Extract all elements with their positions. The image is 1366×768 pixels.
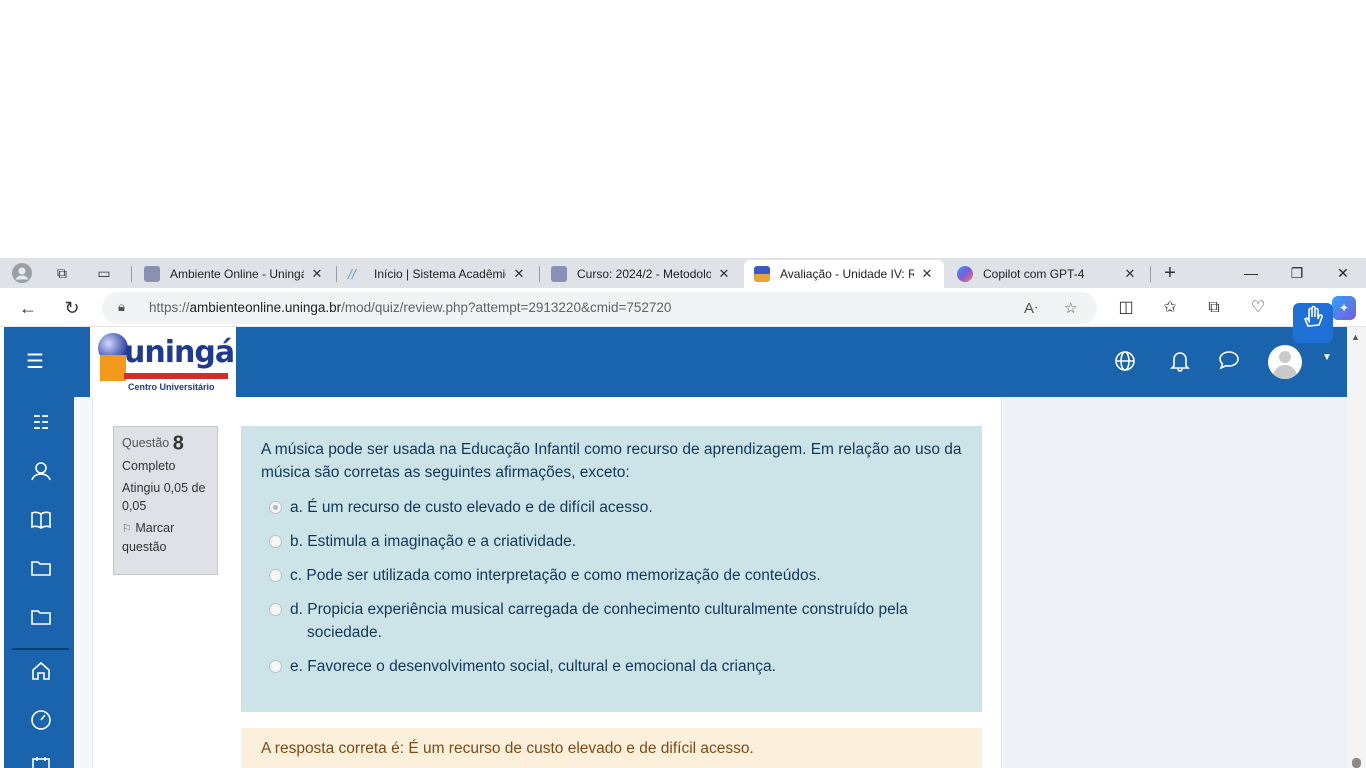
- close-window-button[interactable]: ✕: [1320, 258, 1366, 288]
- tab-favicon-icon: [144, 266, 160, 282]
- scrollbar-thumb[interactable]: [1352, 758, 1361, 768]
- tab-favicon-icon: //: [348, 266, 356, 282]
- read-aloud-icon[interactable]: Aᐧ: [1024, 299, 1038, 317]
- folder-icon[interactable]: [28, 607, 54, 633]
- minimize-button[interactable]: —: [1228, 258, 1274, 288]
- tab-close-icon[interactable]: ✕: [1123, 266, 1137, 282]
- option-label: a. É um recurso de custo elevado e de di…: [290, 499, 653, 516]
- folder-icon[interactable]: [28, 558, 54, 584]
- tab-title: Curso: 2024/2 - Metodologia: [577, 267, 711, 281]
- question-info-box: Questão 8 Completo Atingiu 0,05 de 0,05 …: [113, 426, 218, 575]
- answer-option-d: d. Propicia experiência musical carregad…: [261, 598, 962, 644]
- tab-ambiente-online[interactable]: Ambiente Online - Uningá ✕: [134, 260, 334, 288]
- home-icon[interactable]: [28, 660, 54, 686]
- tab-close-icon[interactable]: ✕: [920, 266, 934, 282]
- answer-option-a: a. É um recurso de custo elevado e de di…: [261, 496, 962, 519]
- tab-close-icon[interactable]: ✕: [512, 266, 526, 282]
- split-screen-icon[interactable]: ◫: [1114, 296, 1138, 320]
- answer-option-e: e. Favorece o desenvolvimento social, cu…: [261, 655, 962, 678]
- tab-favicon-icon: [754, 266, 770, 282]
- flag-icon: ⚐: [122, 522, 132, 535]
- tab-favicon-icon: [551, 266, 567, 282]
- moodle-page: ☰ uningá Centro Universitário ▼ ☷ Questã…: [4, 327, 1347, 768]
- browser-tab-bar: ⧉ ▭ Ambiente Online - Uningá ✕ // Início…: [0, 258, 1366, 288]
- participants-icon[interactable]: [28, 460, 54, 486]
- site-top-navbar: ☰ uningá Centro Universitário ▼: [4, 327, 1347, 397]
- list-icon[interactable]: ☷: [28, 411, 54, 437]
- profile-icon[interactable]: [12, 263, 32, 283]
- option-label: b. Estimula a imaginação e a criatividad…: [290, 533, 577, 550]
- scroll-up-arrow-icon[interactable]: ▲: [1351, 332, 1360, 342]
- correct-answer-feedback: A resposta correta é: É um recurso de cu…: [241, 728, 982, 768]
- tab-curso[interactable]: Curso: 2024/2 - Metodologia ✕: [541, 260, 741, 288]
- back-button[interactable]: ←: [16, 296, 40, 320]
- copilot-icon[interactable]: ✦: [1332, 296, 1356, 320]
- tab-title: Início | Sistema Acadêmico: [374, 267, 506, 281]
- user-avatar[interactable]: [1268, 345, 1302, 379]
- radio-button[interactable]: [269, 569, 282, 582]
- tab-favicon-icon: [957, 266, 973, 282]
- radio-button[interactable]: [269, 660, 282, 673]
- tab-actions-icon[interactable]: ▭: [94, 263, 114, 283]
- tab-title: Avaliação - Unidade IV: Re: [780, 267, 914, 281]
- tab-close-icon[interactable]: ✕: [310, 266, 324, 282]
- dashboard-gauge-icon[interactable]: [28, 709, 54, 735]
- blank-area: [0, 0, 1366, 258]
- url-field[interactable]: 🔒︎ https://ambienteonline.uninga.br/mod/…: [102, 292, 1097, 324]
- restore-button[interactable]: ❐: [1274, 258, 1320, 288]
- question-label: Questão: [122, 436, 170, 450]
- question-grade: Atingiu 0,05 de 0,05: [122, 480, 206, 513]
- tab-title: Ambiente Online - Uningá: [170, 267, 304, 281]
- left-sidebar: ☷: [4, 397, 74, 768]
- lock-icon[interactable]: 🔒︎: [118, 299, 125, 315]
- option-label: c. Pode ser utilizada como interpretação…: [290, 567, 821, 584]
- url-text: https://ambienteonline.uninga.br/mod/qui…: [149, 300, 672, 315]
- notifications-bell-icon[interactable]: [1168, 350, 1192, 374]
- answer-option-c: c. Pode ser utilizada como interpretação…: [261, 564, 962, 587]
- radio-button[interactable]: [269, 501, 282, 514]
- workspaces-icon[interactable]: ⧉: [52, 263, 72, 283]
- menu-icon[interactable]: ☰: [26, 351, 44, 373]
- radio-button[interactable]: [269, 603, 282, 616]
- tab-sistema-academico[interactable]: // Início | Sistema Acadêmico ✕: [338, 260, 536, 288]
- favorites-icon[interactable]: ✩: [1158, 296, 1182, 320]
- calendar-icon[interactable]: [28, 755, 54, 768]
- collections-icon[interactable]: ⧉: [1202, 296, 1226, 320]
- browser-address-bar: ← ↻ 🔒︎ https://ambienteonline.uninga.br/…: [0, 288, 1366, 327]
- flag-question-link[interactable]: ⚐ Marcar questão: [122, 519, 209, 556]
- refresh-button[interactable]: ↻: [60, 296, 84, 320]
- sidebar-divider: [12, 648, 69, 650]
- browser-essentials-icon[interactable]: ♡: [1246, 296, 1270, 320]
- messages-chat-icon[interactable]: [1217, 350, 1241, 374]
- tab-title: Copilot com GPT-4: [983, 267, 1085, 281]
- tab-close-icon[interactable]: ✕: [717, 266, 731, 282]
- option-label: d. Propicia experiência musical carregad…: [290, 601, 908, 641]
- new-tab-button[interactable]: +: [1160, 263, 1180, 283]
- favorite-star-icon[interactable]: ☆: [1064, 299, 1077, 317]
- answer-option-b: b. Estimula a imaginação e a criatividad…: [261, 530, 962, 553]
- tab-avaliacao[interactable]: Avaliação - Unidade IV: Re ✕: [744, 260, 944, 288]
- option-label: e. Favorece o desenvolvimento social, cu…: [290, 658, 776, 675]
- question-number: 8: [172, 432, 184, 455]
- page-scrollbar[interactable]: ▲: [1347, 327, 1366, 768]
- language-globe-icon[interactable]: [1113, 350, 1137, 374]
- main-content: Questão 8 Completo Atingiu 0,05 de 0,05 …: [92, 397, 1002, 768]
- tab-copilot[interactable]: Copilot com GPT-4 ✕: [947, 260, 1147, 288]
- question-state: Completo: [122, 458, 176, 473]
- question-card: A música pode ser usada na Educação Infa…: [241, 426, 982, 712]
- sign-language-accessibility-button[interactable]: [1293, 303, 1333, 343]
- uninga-logo[interactable]: uningá Centro Universitário: [90, 327, 236, 397]
- book-icon[interactable]: [28, 509, 54, 535]
- chevron-down-icon[interactable]: ▼: [1322, 352, 1332, 363]
- right-blank-panel: [1003, 397, 1347, 768]
- radio-button[interactable]: [269, 535, 282, 548]
- question-text: A música pode ser usada na Educação Infa…: [261, 441, 962, 481]
